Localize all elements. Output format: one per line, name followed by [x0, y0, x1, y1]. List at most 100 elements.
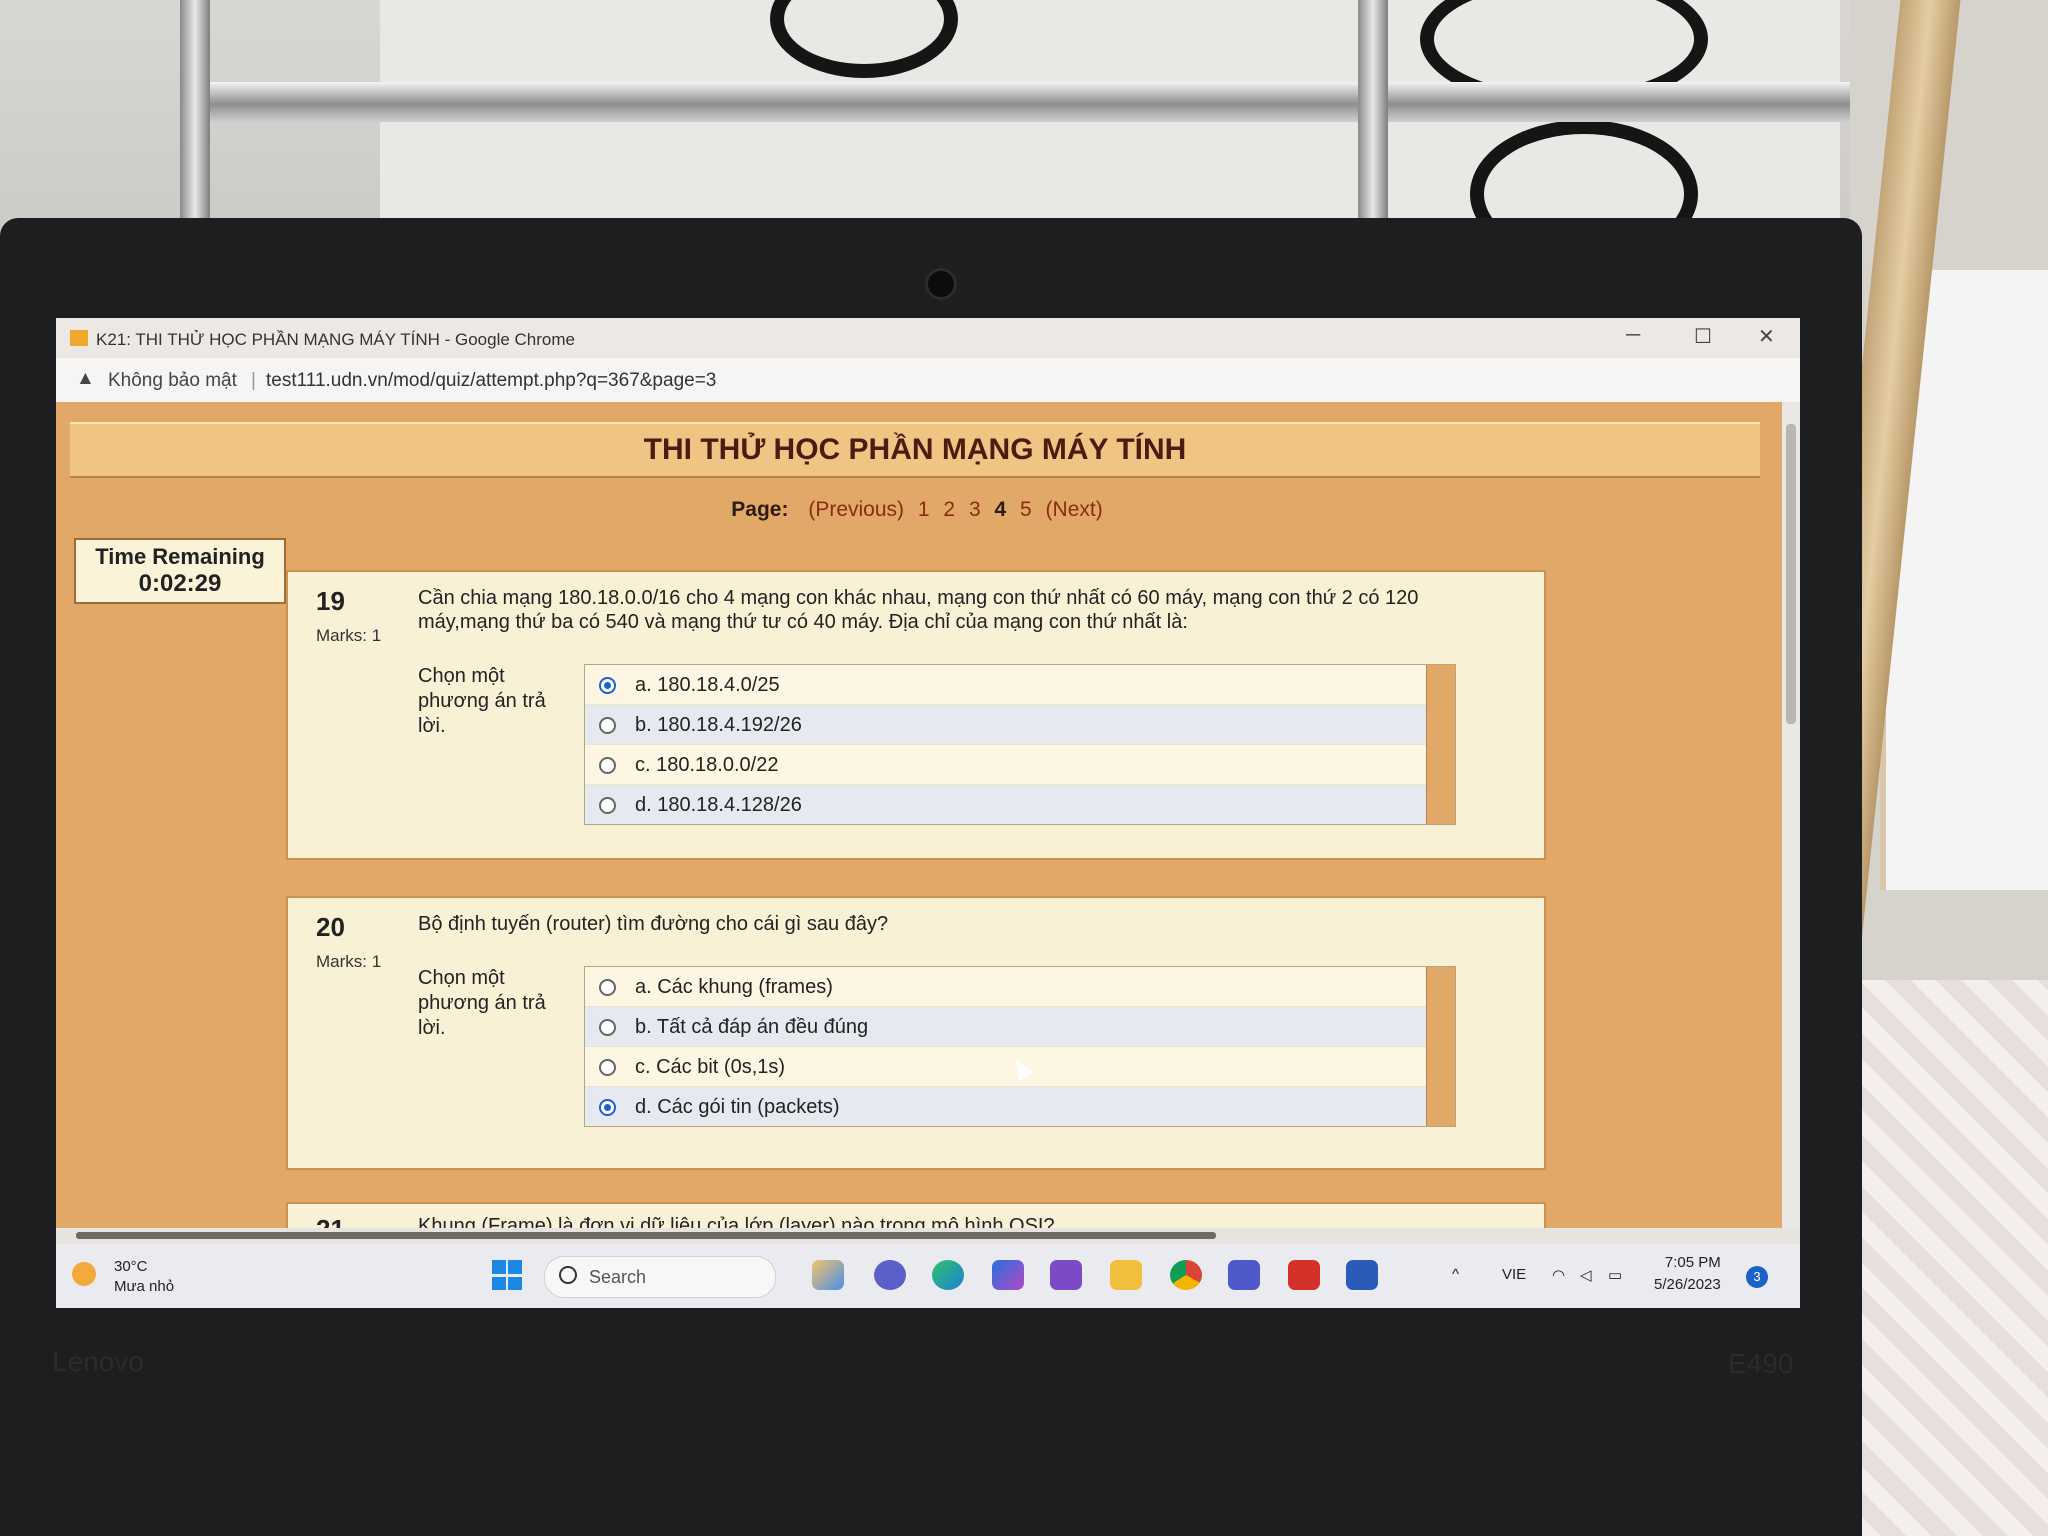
question-20: 20 Marks: 1 Bộ định tuyến (router) tìm đ… — [286, 896, 1546, 1170]
webcam — [925, 268, 957, 300]
answer-list-edge — [1426, 967, 1455, 1126]
horizontal-scrollbar[interactable] — [56, 1228, 1800, 1244]
tray-chevron-icon[interactable]: ^ — [1452, 1266, 1459, 1283]
laptop-model: E490 — [1728, 1348, 1794, 1379]
radio-selected-icon[interactable] — [599, 1099, 616, 1116]
pager-page-1[interactable]: 1 — [918, 498, 930, 521]
radio-icon[interactable] — [599, 757, 616, 774]
security-label[interactable]: Không bảo mật — [108, 370, 237, 392]
answer-list: a. Các khung (frames) b. Tất cả đáp án đ… — [584, 966, 1456, 1127]
timer-label: Time Remaining — [95, 544, 265, 569]
windows-taskbar: 30°C Mưa nhỏ Search ^ VIE ◠ ◁ ▭ 7:05 PM … — [56, 1244, 1800, 1308]
pager-page-3[interactable]: 3 — [969, 498, 981, 521]
windows-start-icon[interactable] — [492, 1260, 522, 1290]
acrobat-icon[interactable] — [1288, 1260, 1320, 1290]
tablecloth — [1830, 980, 2048, 1536]
answer-label[interactable]: d. Các gói tin (packets) — [635, 1096, 840, 1119]
weather-widget[interactable]: 30°C Mưa nhỏ — [72, 1256, 232, 1300]
site-favicon-icon — [70, 330, 88, 346]
answer-label[interactable]: c. 180.18.0.0/22 — [635, 754, 778, 777]
answer-option-b[interactable]: b. Tất cả đáp án đều đúng — [585, 1007, 1455, 1047]
pager-next-link[interactable]: (Next) — [1046, 498, 1103, 521]
radio-icon[interactable] — [599, 797, 616, 814]
question-21: 21 Khung (Frame) là đơn vị dữ liệu của l… — [286, 1202, 1546, 1228]
radio-icon[interactable] — [599, 979, 616, 996]
answer-option-c[interactable]: c. 180.18.0.0/22 — [585, 745, 1455, 785]
volume-icon[interactable]: ◁ — [1580, 1266, 1592, 1284]
weather-description: Mưa nhỏ — [114, 1278, 175, 1295]
screen: K21: THI THỬ HỌC PHẦN MẠNG MÁY TÍNH - Go… — [56, 318, 1800, 1308]
pager-previous-link[interactable]: (Previous) — [808, 498, 904, 521]
teams-chat-icon[interactable] — [874, 1260, 906, 1290]
minimize-button[interactable]: ─ — [1626, 324, 1640, 347]
radio-icon[interactable] — [599, 1019, 616, 1036]
weather-icon — [72, 1262, 96, 1286]
clock-date: 5/26/2023 — [1654, 1276, 1721, 1293]
close-button[interactable]: ✕ — [1758, 324, 1775, 349]
answer-option-d[interactable]: d. 180.18.4.128/26 — [585, 785, 1455, 824]
answer-option-a[interactable]: a. 180.18.4.0/25 — [585, 665, 1455, 705]
file-explorer-icon[interactable] — [1110, 1260, 1142, 1290]
answer-label[interactable]: d. 180.18.4.128/26 — [635, 794, 802, 817]
copilot-icon[interactable] — [812, 1260, 844, 1290]
edge-icon[interactable] — [932, 1260, 964, 1290]
url-text[interactable]: test111.udn.vn/mod/quiz/attempt.php?q=36… — [266, 370, 716, 392]
window-title: K21: THI THỬ HỌC PHẦN MẠNG MÁY TÍNH - Go… — [96, 330, 575, 349]
chrome-icon[interactable] — [1170, 1260, 1202, 1290]
notification-badge[interactable]: 3 — [1746, 1266, 1768, 1288]
battery-icon[interactable]: ▭ — [1608, 1266, 1622, 1284]
answer-prompt: Chọn một phương án trả lời. — [418, 665, 546, 737]
answer-option-d[interactable]: d. Các gói tin (packets) — [585, 1087, 1455, 1126]
question-19: 19 Marks: 1 Cần chia mạng 180.18.0.0/16 … — [286, 570, 1546, 860]
copilot-app-icon[interactable] — [992, 1260, 1024, 1290]
wifi-icon[interactable]: ◠ — [1552, 1266, 1565, 1284]
vertical-scrollbar-thumb[interactable] — [1786, 424, 1796, 724]
quiz-page: THI THỬ HỌC PHẦN MẠNG MÁY TÍNH Page: (Pr… — [56, 402, 1782, 1228]
vertical-scrollbar[interactable] — [1782, 402, 1800, 1228]
answer-label[interactable]: a. 180.18.4.0/25 — [635, 674, 780, 697]
towel-rail — [180, 82, 1900, 122]
teams-icon[interactable] — [1228, 1260, 1260, 1290]
answer-label[interactable]: b. Tất cả đáp án đều đúng — [635, 1016, 868, 1039]
answer-option-b[interactable]: b. 180.18.4.192/26 — [585, 705, 1455, 745]
horizontal-scrollbar-thumb[interactable] — [76, 1232, 1216, 1239]
pager-label: Page: — [731, 498, 789, 521]
laptop-brand: Lenovo — [52, 1346, 144, 1377]
pager-page-4-current: 4 — [994, 498, 1007, 521]
answer-label[interactable]: b. 180.18.4.192/26 — [635, 714, 802, 737]
word-icon[interactable] — [1346, 1260, 1378, 1290]
taskbar-clock[interactable]: 7:05 PM 5/26/2023 — [1654, 1252, 1721, 1296]
address-bar[interactable]: ▲ Không bảo mật | test111.udn.vn/mod/qui… — [56, 358, 1800, 403]
answer-option-a[interactable]: a. Các khung (frames) — [585, 967, 1455, 1007]
answer-label[interactable]: c. Các bit (0s,1s) — [635, 1056, 785, 1079]
language-indicator[interactable]: VIE — [1502, 1266, 1526, 1283]
question-text: Khung (Frame) là đơn vị dữ liệu của lớp … — [418, 1215, 1055, 1228]
answer-label[interactable]: a. Các khung (frames) — [635, 976, 833, 999]
answer-list: a. 180.18.4.0/25 b. 180.18.4.192/26 c. 1… — [584, 664, 1456, 825]
pager-page-2[interactable]: 2 — [943, 498, 955, 521]
quiz-banner: THI THỬ HỌC PHẦN MẠNG MÁY TÍNH — [70, 422, 1760, 478]
question-marks: Marks: 1 — [316, 626, 382, 645]
question-number: 19 — [316, 586, 345, 616]
maximize-button[interactable]: ☐ — [1694, 324, 1712, 349]
radio-selected-icon[interactable] — [599, 677, 616, 694]
towel-rail-post — [1358, 0, 1388, 240]
search-icon — [559, 1266, 577, 1284]
search-placeholder[interactable]: Search — [589, 1267, 646, 1288]
radio-icon[interactable] — [599, 1059, 616, 1076]
pager-page-5[interactable]: 5 — [1020, 498, 1032, 521]
answer-list-edge — [1426, 665, 1455, 824]
time-remaining-box: Time Remaining 0:02:29 — [74, 538, 286, 604]
page-navigation: Page: (Previous) 1 2 3 4 5 (Next) — [56, 498, 1782, 522]
radio-icon[interactable] — [599, 717, 616, 734]
address-separator: | — [251, 370, 256, 391]
visual-studio-icon[interactable] — [1050, 1260, 1082, 1290]
browser-title-bar: K21: THI THỬ HỌC PHẦN MẠNG MÁY TÍNH - Go… — [56, 318, 1800, 358]
warning-icon[interactable]: ▲ — [76, 368, 95, 390]
taskbar-search[interactable]: Search — [544, 1256, 776, 1298]
timer-value: 0:02:29 — [138, 570, 222, 597]
question-marks: Marks: 1 — [316, 952, 382, 971]
question-number: 21 — [316, 1214, 345, 1228]
answer-prompt: Chọn một phương án trả lời. — [418, 967, 546, 1039]
question-text: Bộ định tuyến (router) tìm đường cho cái… — [418, 913, 889, 935]
